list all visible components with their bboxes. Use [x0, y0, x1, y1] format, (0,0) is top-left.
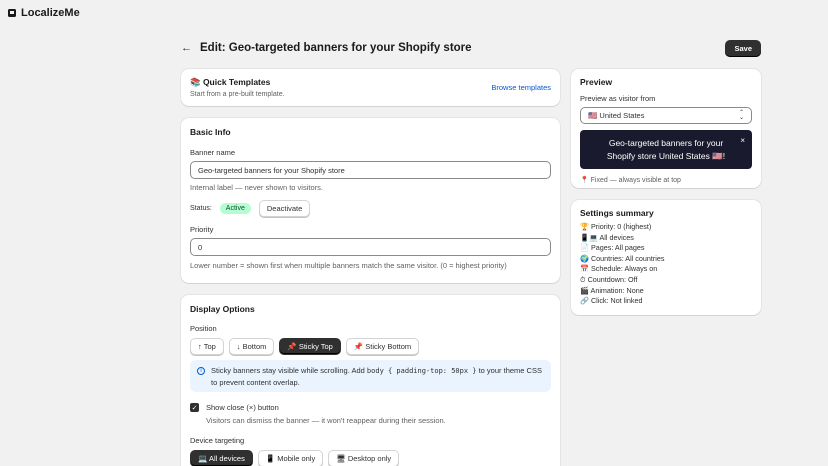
- status-badge: Active: [219, 203, 251, 214]
- settings-summary-title: Settings summary: [580, 208, 654, 218]
- quick-templates-subtitle: Start from a pre-built template.: [190, 91, 285, 98]
- browse-templates-link[interactable]: Browse templates: [491, 83, 551, 92]
- show-close-help: Visitors can dismiss the banner — it won…: [206, 416, 446, 425]
- show-close-row: ✓ Show close (×) button: [190, 403, 551, 412]
- position-bottom-button[interactable]: ↓ Bottom: [228, 338, 275, 355]
- quick-templates-card: 📚 Quick Templates Start from a pre-built…: [181, 69, 560, 106]
- preview-note: 📍 Fixed — always visible at top: [580, 177, 681, 184]
- summary-animation: 🎬 Animation: None: [580, 285, 644, 295]
- summary-click: 🔗 Click: Not linked: [580, 296, 643, 306]
- device-mobile-button[interactable]: 📱 Mobile only: [257, 450, 324, 466]
- summary-devices: 📱💻 All devices: [580, 232, 634, 242]
- display-options-title: Display Options: [190, 304, 255, 314]
- status-label: Status:: [190, 205, 212, 212]
- summary-countdown: ⏱ Countdown: Off: [580, 274, 638, 284]
- preview-country-select[interactable]: 🇺🇸 United States ⌃ ⌄: [580, 107, 752, 124]
- app-topbar: LocalizeMe: [0, 0, 828, 26]
- info-icon: i: [197, 367, 205, 375]
- device-group: 💻 All devices 📱 Mobile only 🖥 Desktop on…: [190, 450, 551, 466]
- select-chevron-icon: ⌃ ⌄: [738, 109, 744, 121]
- sticky-info-text: Sticky banners stay visible while scroll…: [211, 365, 544, 388]
- show-close-label: Show close (×) button: [206, 403, 279, 412]
- basic-info-title: Basic Info: [190, 127, 231, 137]
- position-label: Position: [190, 324, 217, 333]
- show-close-checkbox[interactable]: ✓: [190, 403, 199, 412]
- device-targeting-label: Device targeting: [190, 436, 245, 445]
- banner-name-help: Internal label — never shown to visitors…: [190, 183, 323, 192]
- summary-pages: 📄 Pages: All pages: [580, 243, 645, 253]
- display-options-card: Display Options Position ↑ Top ↓ Bottom …: [181, 295, 560, 466]
- position-top-button[interactable]: ↑ Top: [190, 338, 224, 355]
- preview-title: Preview: [580, 77, 613, 87]
- priority-help: Lower number = shown first when multiple…: [190, 261, 507, 270]
- priority-label: Priority: [190, 225, 214, 234]
- device-desktop-button[interactable]: 🖥 Desktop only: [328, 450, 400, 466]
- priority-input[interactable]: 0: [190, 238, 551, 256]
- device-all-button[interactable]: 💻 All devices: [190, 450, 253, 466]
- preview-country-value: 🇺🇸 United States: [588, 111, 645, 120]
- banner-name-label: Banner name: [190, 148, 236, 157]
- summary-priority: 🏆 Priority: 0 (highest): [580, 222, 652, 231]
- page-title: Edit: Geo-targeted banners for your Shop…: [200, 42, 472, 54]
- preview-banner: Geo-targeted banners for your Shopify st…: [580, 130, 752, 169]
- app-logo-icon: [8, 9, 16, 17]
- preview-card: Preview Preview as visitor from 🇺🇸 Unite…: [571, 69, 761, 188]
- sticky-info-prefix: Sticky banners stay visible while scroll…: [211, 366, 365, 375]
- save-button[interactable]: Save: [725, 39, 761, 57]
- settings-summary-card: Settings summary 🏆 Priority: 0 (highest)…: [571, 200, 761, 315]
- preview-banner-text: Geo-targeted banners for your Shopify st…: [606, 138, 726, 161]
- banner-name-input[interactable]: Geo-targeted banners for your Shopify st…: [190, 161, 551, 179]
- sticky-info-banner: i Sticky banners stay visible while scro…: [190, 360, 551, 392]
- position-group: ↑ Top ↓ Bottom 📌 Sticky Top 📌 Sticky Bot…: [190, 338, 551, 355]
- page-header: ← Edit: Geo-targeted banners for your Sh…: [181, 38, 761, 58]
- sticky-info-code: body { padding-top: 50px }: [366, 367, 477, 375]
- deactivate-button[interactable]: Deactivate: [258, 200, 311, 217]
- preview-close-icon[interactable]: ×: [740, 135, 745, 148]
- status-row: Status: Active Deactivate: [190, 200, 551, 217]
- app-title: LocalizeMe: [21, 7, 80, 19]
- basic-info-card: Basic Info Banner name Geo-targeted bann…: [181, 118, 560, 283]
- back-arrow-icon[interactable]: ←: [181, 42, 192, 54]
- position-sticky-bottom-button[interactable]: 📌 Sticky Bottom: [345, 338, 420, 355]
- preview-visitor-label: Preview as visitor from: [580, 94, 656, 103]
- summary-countries: 🌍 Countries: All countries: [580, 253, 665, 263]
- position-sticky-top-button[interactable]: 📌 Sticky Top: [279, 338, 341, 355]
- summary-schedule: 📅 Schedule: Always on: [580, 264, 658, 274]
